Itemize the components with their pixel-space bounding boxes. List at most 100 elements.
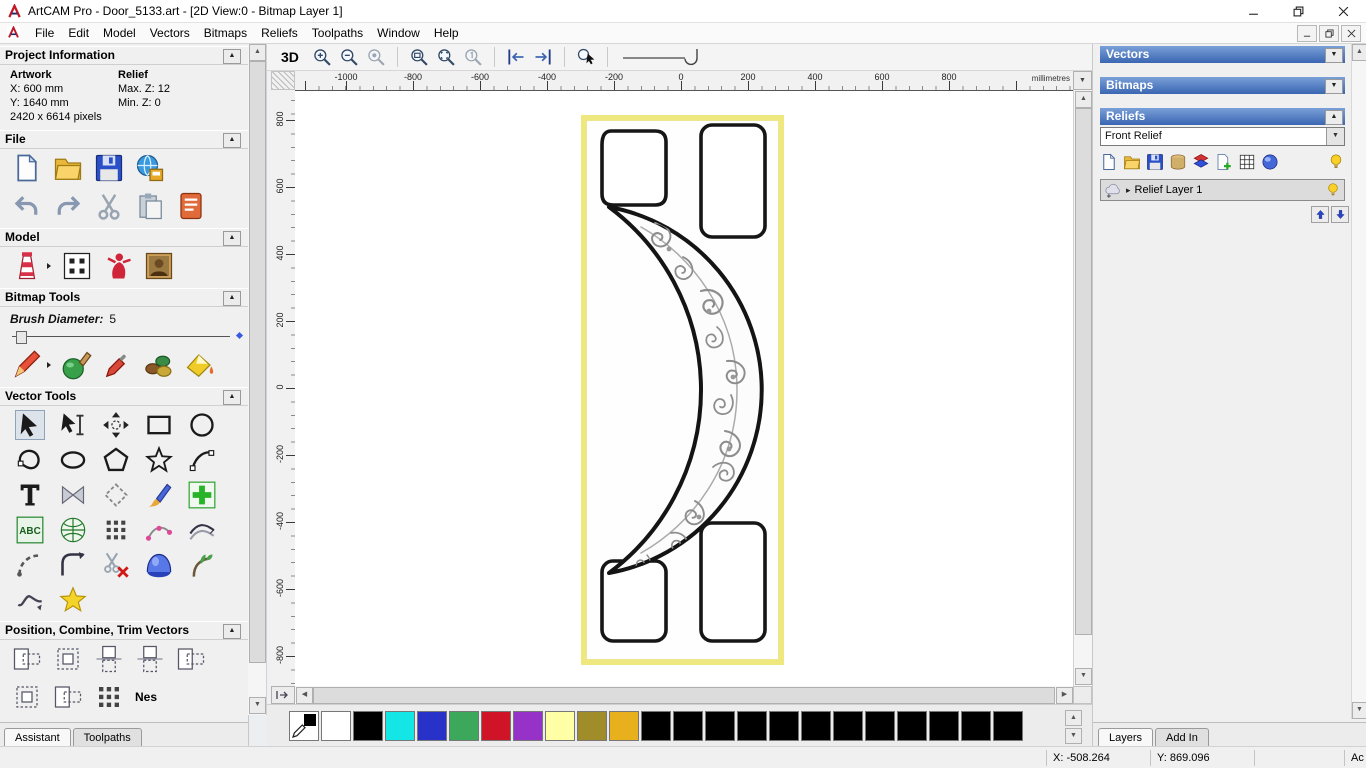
- rectangle-tool[interactable]: [145, 411, 173, 439]
- bitmaps-group-header[interactable]: Bitmaps: [1100, 77, 1345, 94]
- restore-button[interactable]: [1276, 0, 1321, 22]
- collapse-position-button[interactable]: [223, 624, 241, 639]
- cut-icon[interactable]: [94, 191, 124, 221]
- notes-icon[interactable]: [176, 191, 206, 221]
- align-right-icon[interactable]: [176, 644, 206, 674]
- scroll-right-button[interactable]: [1056, 687, 1073, 704]
- palette-swatch-14[interactable]: [769, 711, 799, 741]
- select-vectors-tool[interactable]: [16, 411, 44, 439]
- relief-layer-item[interactable]: Relief Layer 1: [1100, 179, 1345, 201]
- menu-model[interactable]: Model: [96, 24, 143, 42]
- paint-brush-icon[interactable]: [12, 350, 42, 380]
- relief-selector-dropdown-icon[interactable]: [1326, 128, 1344, 145]
- zoom-to-fit-icon[interactable]: [436, 47, 456, 67]
- zoom-to-box-icon[interactable]: [409, 47, 429, 67]
- trim-vectors-tool[interactable]: [102, 551, 130, 579]
- mdi-minimize-button[interactable]: [1297, 25, 1317, 42]
- save-file-icon[interactable]: [94, 153, 124, 183]
- palette-swatch-11[interactable]: [673, 711, 703, 741]
- palette-swatch-10[interactable]: [641, 711, 671, 741]
- snap-to-left-icon[interactable]: [506, 47, 526, 67]
- palette-swatch-0[interactable]: [321, 711, 351, 741]
- palette-swatch-2[interactable]: [385, 711, 415, 741]
- mdi-restore-button[interactable]: [1319, 25, 1339, 42]
- vector-paint-tool[interactable]: [145, 481, 173, 509]
- menu-toolpaths[interactable]: Toolpaths: [305, 24, 370, 42]
- palette-swatch-9[interactable]: [609, 711, 639, 741]
- palette-swatch-21[interactable]: [993, 711, 1023, 741]
- model-lighthouse-icon[interactable]: [12, 251, 42, 281]
- transform-vectors-tool[interactable]: [102, 411, 130, 439]
- palette-swatch-15[interactable]: [801, 711, 831, 741]
- tab-assistant[interactable]: Assistant: [4, 728, 71, 746]
- expand-vectors-button[interactable]: [1325, 48, 1343, 63]
- colour-picker-icon[interactable]: [103, 350, 133, 380]
- collapse-vector-tools-button[interactable]: [223, 390, 241, 405]
- paste-icon[interactable]: [135, 191, 165, 221]
- panel-scrollbar[interactable]: [1351, 43, 1366, 719]
- collapse-bitmap-tools-button[interactable]: [223, 291, 241, 306]
- menu-vectors[interactable]: Vectors: [143, 24, 197, 42]
- undo-icon[interactable]: [12, 191, 42, 221]
- circle-tool[interactable]: [188, 411, 216, 439]
- open-layer-icon[interactable]: [1123, 153, 1141, 171]
- scroll-down-button[interactable]: [1075, 668, 1092, 685]
- align-left-icon[interactable]: [12, 644, 42, 674]
- smooth-relief-icon[interactable]: [1261, 153, 1279, 171]
- scroll-up-button[interactable]: [249, 44, 266, 61]
- align-centre-icon[interactable]: [53, 644, 83, 674]
- node-editing-tool[interactable]: [59, 411, 87, 439]
- line-width-preview-icon[interactable]: [619, 45, 715, 69]
- palette-swatch-17[interactable]: [865, 711, 895, 741]
- palette-swatch-5[interactable]: [481, 711, 511, 741]
- document-icon[interactable]: [7, 26, 20, 39]
- palette-swatch-12[interactable]: [705, 711, 735, 741]
- palette-swatch-1[interactable]: [353, 711, 383, 741]
- scroll-down-button[interactable]: [1352, 702, 1366, 719]
- relief-stack-icon[interactable]: [1169, 153, 1187, 171]
- snap-to-right-icon[interactable]: [533, 47, 553, 67]
- centre-in-page-icon[interactable]: [12, 682, 42, 712]
- block-copy-tool[interactable]: [102, 516, 130, 544]
- load-image-icon[interactable]: [144, 251, 174, 281]
- freehand-polyline-tool[interactable]: [16, 446, 44, 474]
- paste-along-curve-icon[interactable]: [53, 682, 83, 712]
- zoom-one-to-one-icon[interactable]: [463, 47, 483, 67]
- layer-visibility-bulb-icon[interactable]: [1325, 182, 1341, 198]
- brush-diameter-slider[interactable]: [12, 329, 230, 344]
- scroll-thumb[interactable]: [1075, 108, 1092, 635]
- menu-reliefs[interactable]: Reliefs: [254, 24, 305, 42]
- fit-curves-tool[interactable]: [188, 516, 216, 544]
- scroll-down-button[interactable]: [249, 697, 266, 714]
- zoom-to-object-icon[interactable]: [366, 47, 386, 67]
- star-tool[interactable]: [145, 446, 173, 474]
- minimize-button[interactable]: [1231, 0, 1276, 22]
- palette-swatch-7[interactable]: [545, 711, 575, 741]
- flood-fill-icon[interactable]: [185, 350, 215, 380]
- active-colour-swatch[interactable]: [289, 711, 319, 741]
- layer-stack-icon[interactable]: [1192, 153, 1210, 171]
- menu-file[interactable]: File: [28, 24, 61, 42]
- toggle-visibility-icon[interactable]: [1327, 153, 1345, 171]
- extend-curve-tool[interactable]: [188, 551, 216, 579]
- paint-selective-icon[interactable]: [62, 350, 92, 380]
- switch-to-3d-button[interactable]: 3D: [281, 49, 299, 65]
- block-paste-icon[interactable]: [94, 682, 124, 712]
- palette-swatch-3[interactable]: [417, 711, 447, 741]
- palette-scroll-up-button[interactable]: [1065, 710, 1082, 726]
- ruler-units-dropdown[interactable]: [1073, 71, 1092, 90]
- layer-grid-icon[interactable]: [1238, 153, 1256, 171]
- save-layer-icon[interactable]: [1146, 153, 1164, 171]
- menu-edit[interactable]: Edit: [61, 24, 96, 42]
- offset-vectors-tool[interactable]: [102, 481, 130, 509]
- move-layer-down-button[interactable]: [1331, 206, 1349, 223]
- menu-window[interactable]: Window: [370, 24, 427, 42]
- wrap-text-tool[interactable]: [59, 516, 87, 544]
- arc-tool[interactable]: [188, 446, 216, 474]
- relief-selector[interactable]: Front Relief: [1100, 127, 1345, 146]
- pan-corner-button[interactable]: [271, 686, 295, 704]
- layer-expand-icon[interactable]: [1126, 185, 1131, 196]
- move-layer-up-button[interactable]: [1311, 206, 1329, 223]
- palette-scroll-down-button[interactable]: [1065, 728, 1082, 744]
- spin-relief-tool[interactable]: [145, 551, 173, 579]
